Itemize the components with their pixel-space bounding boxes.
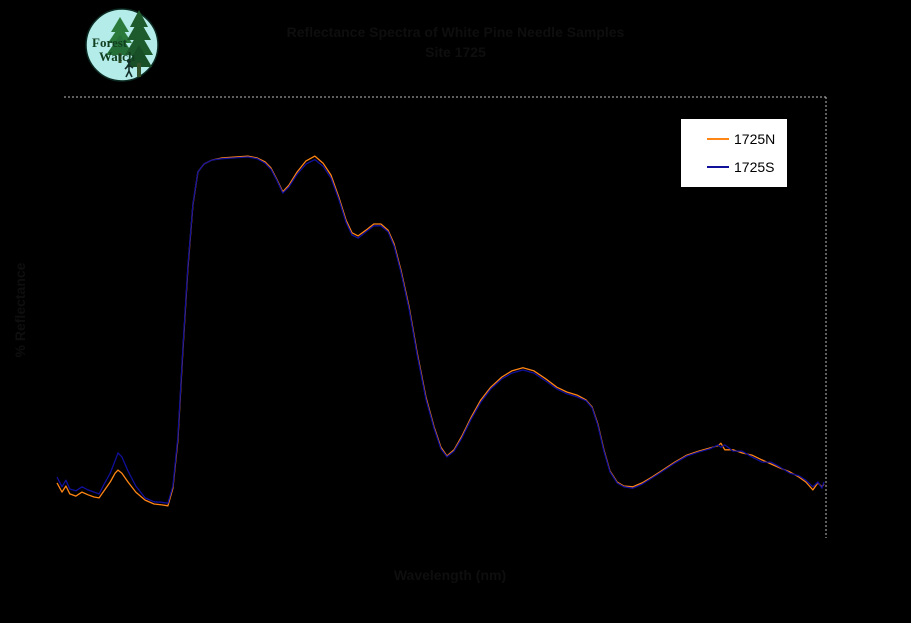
x-axis-title: Wavelength (nm): [393, 567, 507, 583]
series-line-swatch-orange: [707, 138, 729, 140]
plot-area: [56, 96, 827, 538]
y-axis-title: % Reflectance: [12, 262, 28, 358]
legend-entry-1725S: 1725S: [707, 158, 787, 176]
legend-label: 1725S: [734, 159, 775, 175]
series-line-1725S: [56, 156, 825, 504]
legend-entry-1725N: 1725N: [707, 130, 787, 148]
series-line-swatch-navy: [707, 166, 729, 168]
chart-canvas: Forest Watch Reflectance Spectra of Whit…: [0, 0, 911, 623]
legend-label: 1725N: [734, 131, 776, 147]
series-line-1725N: [56, 155, 825, 507]
legend-box: 1725N 1725S: [680, 118, 788, 188]
data-series-group: [56, 155, 825, 507]
